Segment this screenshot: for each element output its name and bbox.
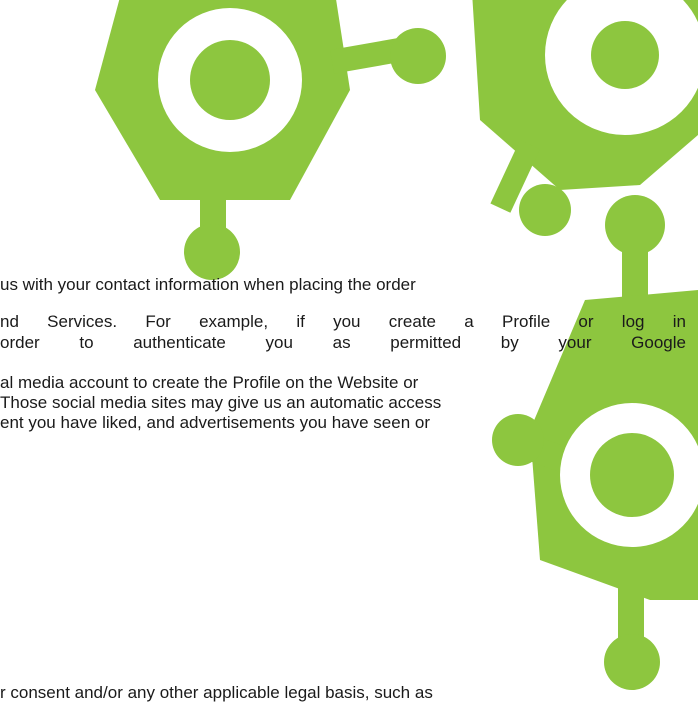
lower-molecule-core xyxy=(590,433,674,517)
left-molecule-core xyxy=(190,40,270,120)
left-molecule-bottom-node xyxy=(184,224,240,280)
text-line: order to authenticate you as permitted b… xyxy=(0,333,686,352)
text-line: al media account to create the Profile o… xyxy=(0,373,419,392)
text-line: ent you have liked, and advertisements y… xyxy=(0,413,430,432)
lower-molecule-bottom-node xyxy=(604,634,660,690)
text-line: Those social media sites may give us an … xyxy=(0,393,442,412)
lower-molecule-left-node xyxy=(492,414,544,466)
right-molecule-bottom-node xyxy=(519,184,571,236)
right-molecule-core xyxy=(591,21,659,89)
left-molecule-right-node xyxy=(390,28,446,84)
text-line: us with your contact information when pl… xyxy=(0,275,416,294)
text-line: nd Services. For example, if you create … xyxy=(0,312,686,331)
text-line: r consent and/or any other applicable le… xyxy=(0,683,433,702)
